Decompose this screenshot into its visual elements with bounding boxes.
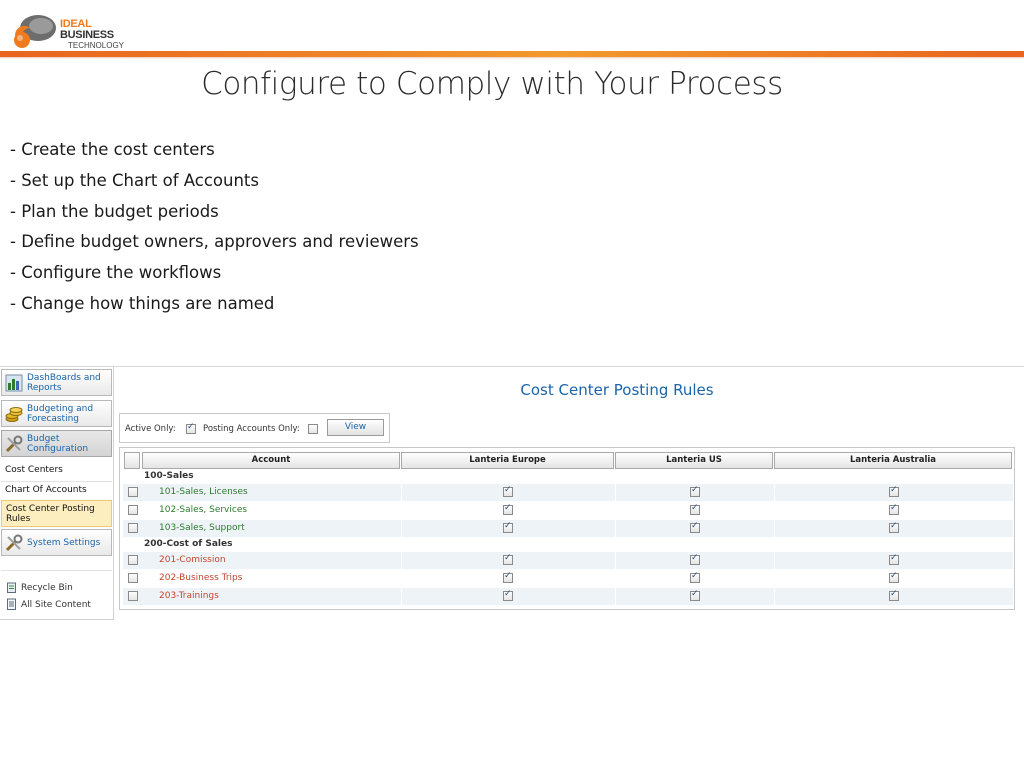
- group-header: 200-Cost of Sales: [144, 539, 233, 549]
- europe-checkbox[interactable]: [503, 553, 513, 565]
- table-row: 102-Sales, Services: [123, 502, 1013, 519]
- row-select-checkbox[interactable]: [128, 523, 138, 533]
- column-header-account: Account: [142, 452, 400, 469]
- sidebar-item-label: DashBoards and Reports: [27, 373, 101, 393]
- row-select-checkbox[interactable]: [128, 591, 138, 601]
- bullet-item: - Create the cost centers: [10, 140, 215, 159]
- australia-checkbox[interactable]: [889, 589, 899, 601]
- australia-checkbox[interactable]: [889, 571, 899, 583]
- table-row: 101-Sales, Licenses: [123, 484, 1013, 501]
- australia-checkbox[interactable]: [889, 485, 899, 497]
- australia-checkbox[interactable]: [889, 521, 899, 533]
- europe-checkbox[interactable]: [503, 485, 513, 497]
- sidebar-subitem-cost-centers[interactable]: Cost Centers: [1, 463, 112, 479]
- row-select-checkbox[interactable]: [128, 555, 138, 565]
- logo-swirl-icon: [14, 15, 56, 48]
- active-only-checkbox[interactable]: [186, 422, 196, 434]
- row-select-checkbox[interactable]: [128, 505, 138, 515]
- tools-icon: [5, 435, 23, 453]
- page-heading: Cost Center Posting Rules: [520, 381, 714, 399]
- australia-checkbox[interactable]: [889, 553, 899, 565]
- recycle-bin-icon: [7, 582, 16, 593]
- logo-word-business: BUSINESS: [60, 29, 114, 41]
- sidebar-item-label: Budget Configuration: [27, 434, 89, 454]
- sidebar-item-dashboards[interactable]: DashBoards and Reports: [1, 369, 112, 396]
- slide-title: Configure to Comply with Your Process: [201, 66, 783, 102]
- sidebar-divider: [1, 481, 112, 482]
- us-checkbox[interactable]: [690, 553, 700, 565]
- bullet-list: - Create the cost centers - Set up the C…: [10, 140, 419, 325]
- us-checkbox[interactable]: [690, 571, 700, 583]
- sidebar-item-system-settings[interactable]: System Settings: [1, 529, 112, 556]
- bullet-item: - Set up the Chart of Accounts: [10, 170, 259, 190]
- europe-checkbox[interactable]: [503, 589, 513, 601]
- row-select-checkbox[interactable]: [128, 573, 138, 583]
- column-header-lanteria-us: Lanteria US: [615, 452, 773, 469]
- logo-word-technology: TECHNOLOGY: [68, 41, 125, 50]
- us-checkbox[interactable]: [690, 589, 700, 601]
- group-header: 100-Sales: [144, 471, 194, 481]
- table-row: 203-Trainings: [123, 588, 1013, 605]
- sidebar-item-label: Budgeting and Forecasting: [27, 404, 94, 424]
- sidebar-item-budgeting[interactable]: Budgeting and Forecasting: [1, 400, 112, 427]
- bullet-item: - Change how things are named: [10, 293, 275, 313]
- account-name: 201-Comission: [159, 555, 226, 565]
- account-name: 203-Trainings: [159, 591, 219, 601]
- sidebar: DashBoards and Reports Budgeting and For…: [0, 367, 114, 620]
- select-all-header[interactable]: [124, 452, 140, 469]
- posting-rules-grid: Account Lanteria Europe Lanteria US Lant…: [119, 447, 1015, 610]
- site-content-icon: [7, 598, 16, 610]
- chart-icon: [5, 374, 23, 392]
- account-name: 101-Sales, Licenses: [159, 487, 248, 497]
- all-site-content-link[interactable]: All Site Content: [6, 598, 91, 612]
- sidebar-item-label: System Settings: [27, 538, 101, 548]
- header-band-shadow: [0, 57, 1024, 59]
- posting-accounts-only-label: Posting Accounts Only:: [203, 424, 300, 434]
- account-name: 103-Sales, Support: [159, 523, 245, 533]
- bullet-item: - Define budget owners, approvers and re…: [10, 232, 419, 252]
- us-checkbox[interactable]: [690, 485, 700, 497]
- sidebar-subitem-chart-of-accounts[interactable]: Chart Of Accounts: [1, 483, 112, 499]
- posting-accounts-only-checkbox[interactable]: [308, 424, 318, 434]
- coins-icon: [5, 407, 23, 422]
- us-checkbox[interactable]: [690, 521, 700, 533]
- account-name: 202-Business Trips: [159, 573, 243, 583]
- column-header-lanteria-europe: Lanteria Europe: [401, 452, 614, 469]
- active-only-label: Active Only:: [125, 424, 176, 434]
- all-site-content-label: All Site Content: [21, 600, 91, 610]
- europe-checkbox[interactable]: [503, 571, 513, 583]
- bullet-item: - Plan the budget periods: [10, 201, 219, 221]
- table-row: 201-Comission: [123, 552, 1013, 569]
- australia-checkbox[interactable]: [889, 503, 899, 515]
- europe-checkbox[interactable]: [503, 521, 513, 533]
- sidebar-subitem-posting-rules[interactable]: Cost Center Posting Rules: [1, 500, 112, 527]
- bullet-item: - Configure the workflows: [10, 263, 222, 283]
- table-row: 202-Business Trips: [123, 570, 1013, 587]
- recycle-bin-link[interactable]: Recycle Bin: [6, 581, 73, 595]
- filter-box: Active Only: Posting Accounts Only: View: [119, 413, 390, 443]
- europe-checkbox[interactable]: [503, 503, 513, 515]
- sidebar-divider: [1, 570, 112, 571]
- logo-text: IDEAL BUSINESS TECHNOLOGY: [60, 19, 140, 50]
- recycle-bin-label: Recycle Bin: [21, 583, 73, 593]
- sidebar-item-budget-configuration[interactable]: Budget Configuration: [1, 430, 112, 457]
- row-select-checkbox[interactable]: [128, 487, 138, 497]
- screenshot-divider: [0, 366, 1024, 367]
- column-header-lanteria-australia: Lanteria Australia: [774, 452, 1012, 469]
- table-row: 103-Sales, Support: [123, 520, 1013, 537]
- tools-icon: [5, 534, 23, 552]
- company-logo: IDEAL BUSINESS TECHNOLOGY: [10, 10, 140, 50]
- account-name: 102-Sales, Services: [159, 505, 248, 515]
- view-button[interactable]: View: [327, 419, 384, 436]
- us-checkbox[interactable]: [690, 503, 700, 515]
